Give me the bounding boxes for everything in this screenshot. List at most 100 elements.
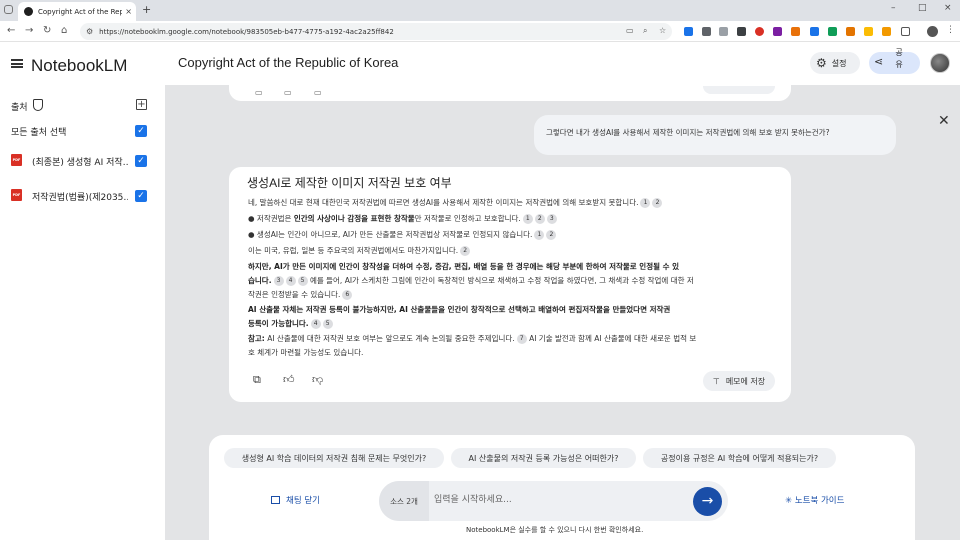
pdf-icon: PDF bbox=[11, 189, 22, 201]
add-source-button[interactable]: + bbox=[136, 99, 147, 110]
extensions-puzzle-icon[interactable] bbox=[901, 27, 910, 36]
answer-bullet: ● 생성AI는 인간이 아니므로, AI가 만든 산출물은 저작권법상 저작물로… bbox=[248, 230, 557, 240]
extension-icon[interactable] bbox=[773, 27, 782, 36]
send-button[interactable]: → bbox=[693, 487, 722, 516]
citation-badge[interactable]: 5 bbox=[297, 276, 308, 286]
cast-icon[interactable]: ▭ bbox=[626, 26, 634, 35]
extension-icon[interactable] bbox=[864, 27, 873, 36]
browser-toolbar: ← → ↻ ⌂ ⚙ https://notebooklm.google.com/… bbox=[0, 21, 960, 42]
answer-paragraph: 등록이 가능합니다. 4 5 bbox=[248, 319, 333, 329]
citation-badge[interactable]: 3 bbox=[273, 276, 284, 286]
source-count-badge: 소스 2개 bbox=[379, 481, 429, 521]
back-icon[interactable]: ← bbox=[7, 25, 15, 36]
previous-save-note-button[interactable] bbox=[703, 86, 775, 94]
copy-icon[interactable]: ⧉ bbox=[253, 373, 261, 387]
answer-bullet: ● 저작권법은 인간의 사상이나 감정을 표현한 창작물만 저작물로 인정하고 … bbox=[248, 214, 557, 224]
answer-paragraph: 네, 말씀하신 대로 현재 대한민국 저작권법에 따르면 생성AI를 사용해서 … bbox=[248, 198, 663, 208]
source-checkbox[interactable]: ✓ bbox=[135, 190, 147, 202]
citation-badge[interactable]: 2 bbox=[546, 230, 557, 240]
citation-badge[interactable]: 6 bbox=[342, 290, 353, 300]
source-item-label[interactable]: 저작권법(법률)(제2035… bbox=[32, 190, 128, 203]
extension-icon[interactable] bbox=[755, 27, 764, 36]
message-input[interactable] bbox=[434, 490, 684, 510]
citation-badge[interactable]: 4 bbox=[285, 276, 296, 286]
select-all-checkbox[interactable]: ✓ bbox=[135, 125, 147, 137]
notebooklm-favicon-icon bbox=[24, 7, 33, 16]
notebook-guide-button[interactable]: ✳ 노트북 가이드 bbox=[785, 494, 844, 506]
citation-badge[interactable]: 1 bbox=[522, 214, 533, 224]
sources-heading: 출처 bbox=[11, 103, 28, 113]
suggestion-chip[interactable]: 공정이용 규정은 AI 학습에 어떻게 적용되는가? bbox=[643, 448, 836, 468]
home-icon[interactable]: ⌂ bbox=[61, 25, 67, 36]
close-chat-button[interactable]: 채팅 닫기 bbox=[271, 494, 320, 506]
user-message: 그렇다면 내가 생성AI를 사용해서 제작한 이미지는 저작권법에 의해 보호 … bbox=[534, 115, 896, 155]
close-icon[interactable]: ✕ bbox=[938, 113, 950, 129]
suggestion-chip[interactable]: AI 산출물의 저작권 등록 가능성은 어떠한가? bbox=[451, 448, 636, 468]
citation-badge[interactable]: 2 bbox=[534, 214, 545, 224]
tab-close-icon[interactable]: × bbox=[125, 7, 132, 16]
thumbs-down-icon[interactable]: 👎︎ bbox=[312, 373, 323, 386]
zoom-icon[interactable]: ⌕ bbox=[643, 26, 647, 36]
close-chat-label: 채팅 닫기 bbox=[286, 496, 320, 506]
extension-icon[interactable] bbox=[702, 27, 711, 36]
new-tab-button[interactable]: + bbox=[142, 3, 151, 16]
answer-paragraph: 이는 미국, 유럽, 일본 등 주요국의 저작권법에서도 마찬가지입니다. 2 bbox=[248, 246, 471, 256]
save-to-note-button[interactable]: ⊤ 메모에 저장 bbox=[703, 371, 775, 391]
extension-icon[interactable] bbox=[846, 27, 855, 36]
citation-badge[interactable]: 1 bbox=[534, 230, 545, 240]
browser-profile-avatar[interactable] bbox=[927, 26, 938, 37]
extension-icon[interactable] bbox=[684, 27, 693, 36]
answer-paragraph: 습니다. 3 4 5 예를 들어, AI가 스케치한 그림에 인간이 독창적인 방식으… bbox=[248, 276, 694, 286]
source-checkbox[interactable]: ✓ bbox=[135, 155, 147, 167]
brand-logo[interactable]: NotebookLM bbox=[31, 56, 127, 76]
notebook-guide-label: 노트북 가이드 bbox=[794, 496, 845, 506]
avatar[interactable] bbox=[930, 53, 950, 73]
share-icon: ⋖ bbox=[874, 55, 884, 68]
answer-title: 생성AI로 제작한 이미지 저작권 보호 여부 bbox=[247, 176, 452, 190]
pin-icon: ⊤ bbox=[712, 376, 720, 386]
suggestion-chip[interactable]: 생성형 AI 학습 데이터의 저작권 침해 문제는 무엇인가? bbox=[224, 448, 444, 468]
extension-icon[interactable] bbox=[791, 27, 800, 36]
citation-badge[interactable]: 1 bbox=[640, 198, 651, 208]
thumbs-up-icon[interactable]: ▭ bbox=[284, 88, 292, 97]
shield-icon bbox=[33, 99, 43, 111]
address-bar[interactable]: ⚙ https://notebooklm.google.com/notebook… bbox=[80, 23, 672, 40]
extension-icon[interactable] bbox=[719, 27, 728, 36]
arrow-right-icon: → bbox=[701, 493, 714, 509]
extension-icon[interactable] bbox=[882, 27, 891, 36]
copy-icon[interactable]: ▭ bbox=[255, 88, 263, 97]
answer-paragraph: 호 체계가 마련될 가능성도 있습니다. bbox=[248, 348, 364, 357]
source-item-label[interactable]: (최종본) 생성형 AI 저작… bbox=[32, 155, 128, 168]
browser-menu-icon[interactable]: ⋮ bbox=[946, 25, 955, 35]
minimize-button[interactable]: – bbox=[891, 3, 896, 13]
extension-icon[interactable] bbox=[810, 27, 819, 36]
tab-search-icon[interactable] bbox=[4, 5, 13, 14]
bookmark-star-icon[interactable]: ☆ bbox=[659, 26, 666, 35]
citation-badge[interactable]: 2 bbox=[652, 198, 663, 208]
settings-button[interactable]: ⚙ 설정 bbox=[810, 52, 860, 74]
thumbs-up-icon[interactable]: 👍︎ bbox=[283, 373, 295, 386]
citation-badge[interactable]: 7 bbox=[516, 334, 527, 344]
citation-badge[interactable]: 3 bbox=[546, 214, 557, 224]
thumbs-down-icon[interactable]: ▭ bbox=[314, 88, 322, 97]
citation-badge[interactable]: 5 bbox=[322, 319, 333, 329]
site-info-icon[interactable]: ⚙ bbox=[86, 27, 93, 36]
browser-tab[interactable]: Copyright Act of the Republic × bbox=[18, 2, 136, 21]
extension-icon[interactable] bbox=[828, 27, 837, 36]
answer-paragraph: 하지만, AI가 만든 이미지에 인간이 창작성을 더하여 수정, 증감, 편집… bbox=[248, 262, 680, 271]
extension-icon[interactable] bbox=[737, 27, 746, 36]
citation-badge[interactable]: 4 bbox=[310, 319, 321, 329]
close-window-button[interactable]: × bbox=[944, 3, 952, 13]
select-all-label: 모든 출처 선택 bbox=[11, 128, 67, 138]
pdf-icon: PDF bbox=[11, 154, 22, 166]
menu-icon[interactable] bbox=[11, 59, 23, 68]
share-button[interactable]: ⋖ 공유 bbox=[869, 48, 920, 74]
save-note-label: 메모에 저장 bbox=[725, 376, 766, 386]
notebook-title[interactable]: Copyright Act of the Republic of Korea bbox=[178, 55, 398, 70]
reload-icon[interactable]: ↻ bbox=[43, 25, 51, 36]
maximize-button[interactable]: □ bbox=[918, 3, 927, 13]
citation-badge[interactable]: 2 bbox=[460, 246, 471, 256]
chat-panel-icon bbox=[271, 496, 280, 504]
tab-title: Copyright Act of the Republic bbox=[38, 7, 123, 16]
forward-icon[interactable]: → bbox=[25, 25, 33, 36]
